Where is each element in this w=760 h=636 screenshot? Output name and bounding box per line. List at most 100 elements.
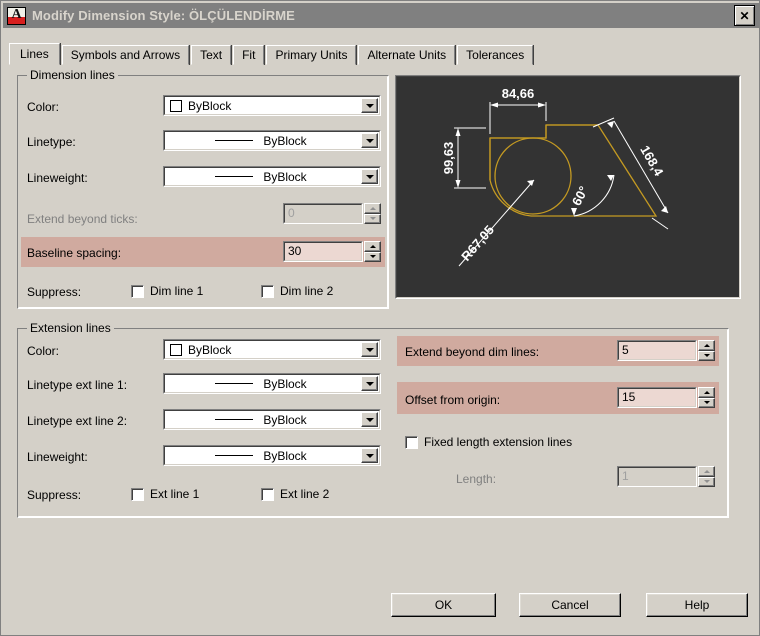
ext-linetype2-value: ByBlock [263,413,306,427]
linetype-sample-icon [215,419,253,420]
offset-from-origin-value[interactable]: 15 [618,388,696,405]
suppress-dim-line-2-checkbox[interactable]: Dim line 2 [261,284,333,298]
suppress-ext-line-2-label: Ext line 2 [280,487,329,501]
tab-strip: Lines Symbols and Arrows Text Fit Primar… [9,43,753,65]
stepper-down-icon[interactable] [698,398,715,409]
lineweight-sample-icon [215,455,253,456]
length-stepper: 1 [617,466,715,487]
tab-lines[interactable]: Lines [9,43,60,65]
preview-vertical-dim: 99,63 [441,142,456,175]
dim-linetype-combo[interactable]: ByBlock [163,130,381,151]
tab-tolerances[interactable]: Tolerances [457,45,533,65]
linetype-sample-icon [215,383,253,384]
extend-beyond-dim-lines-label: Extend beyond dim lines: [405,345,539,359]
help-button[interactable]: Help [646,593,748,617]
preview-angle-dim: 60° [569,184,591,208]
suppress-dim-line-1-checkbox[interactable]: Dim line 1 [131,284,203,298]
color-swatch-icon [170,344,182,356]
stepper-down-icon[interactable] [698,351,715,362]
ext-linetype1-value: ByBlock [263,377,306,391]
modify-dimension-style-dialog: A Modify Dimension Style: ÖLÇÜLENDİRME ✕… [0,0,760,636]
offset-from-origin-label: Offset from origin: [405,393,500,407]
tab-text[interactable]: Text [191,45,231,65]
close-icon[interactable]: ✕ [734,5,755,26]
length-value: 1 [618,467,696,484]
fixed-length-extension-lines-label: Fixed length extension lines [424,435,572,449]
stepper-down-icon [698,477,715,488]
autocad-logo-icon: A [7,7,26,25]
checkbox-icon[interactable] [261,488,274,501]
extend-beyond-ticks-value: 0 [284,204,362,221]
ext-lineweight-label: Lineweight: [27,450,88,464]
chevron-down-icon[interactable] [361,342,378,357]
dim-linetype-label: Linetype: [27,135,76,149]
stepper-up-icon[interactable] [698,340,715,351]
ext-linetype2-combo[interactable]: ByBlock [163,409,381,430]
extension-lines-group-title: Extension lines [27,322,114,334]
stepper-up-icon[interactable] [364,241,381,252]
ok-button[interactable]: OK [391,593,496,617]
suppress-dim-line-1-label: Dim line 1 [150,284,203,298]
dim-suppress-label: Suppress: [27,285,81,299]
ext-lineweight-value: ByBlock [263,449,306,463]
window-title: Modify Dimension Style: ÖLÇÜLENDİRME [32,8,734,23]
color-swatch-icon [170,100,182,112]
extend-beyond-dim-lines-value[interactable]: 5 [618,341,696,358]
suppress-ext-line-1-label: Ext line 1 [150,487,199,501]
offset-from-origin-stepper[interactable]: 15 [617,387,715,408]
baseline-spacing-label: Baseline spacing: [27,246,121,260]
ext-lineweight-combo[interactable]: ByBlock [163,445,381,466]
ext-suppress-label: Suppress: [27,488,81,502]
chevron-down-icon[interactable] [361,376,378,391]
tab-fit[interactable]: Fit [233,45,264,65]
preview-horizontal-dim: 84,66 [502,86,535,101]
ext-linetype2-label: Linetype ext line 2: [27,414,127,428]
ext-color-value: ByBlock [188,343,231,357]
checkbox-icon[interactable] [261,285,274,298]
chevron-down-icon[interactable] [361,169,378,184]
chevron-down-icon[interactable] [361,98,378,113]
chevron-down-icon[interactable] [361,448,378,463]
stepper-up-icon[interactable] [698,387,715,398]
checkbox-icon[interactable] [131,488,144,501]
ext-linetype1-combo[interactable]: ByBlock [163,373,381,394]
dim-lineweight-label: Lineweight: [27,171,88,185]
suppress-ext-line-1-checkbox[interactable]: Ext line 1 [131,487,199,501]
fixed-length-extension-lines-checkbox[interactable]: Fixed length extension lines [405,435,572,449]
dim-color-label: Color: [27,100,59,114]
chevron-down-icon[interactable] [361,412,378,427]
dimension-preview: 84,66 99,63 R67,05 168,4 60° [395,75,741,299]
stepper-up-icon [364,203,381,214]
baseline-spacing-stepper[interactable]: 30 [283,241,381,262]
ext-color-combo[interactable]: ByBlock [163,339,381,360]
tab-symbols-and-arrows[interactable]: Symbols and Arrows [62,45,189,65]
extend-beyond-ticks-stepper: 0 [283,203,381,224]
preview-diagonal-dim: 168,4 [637,143,667,179]
dim-linetype-value: ByBlock [263,134,306,148]
dim-lineweight-value: ByBlock [263,170,306,184]
cancel-button[interactable]: Cancel [519,593,621,617]
ext-linetype1-label: Linetype ext line 1: [27,378,127,392]
linetype-sample-icon [215,140,253,141]
stepper-up-icon [698,466,715,477]
suppress-dim-line-2-label: Dim line 2 [280,284,333,298]
stepper-down-icon[interactable] [364,252,381,263]
stepper-down-icon [364,214,381,225]
preview-drawing: 84,66 99,63 R67,05 168,4 60° [396,76,740,298]
dim-lineweight-combo[interactable]: ByBlock [163,166,381,187]
tab-primary-units[interactable]: Primary Units [266,45,356,65]
tab-alternate-units[interactable]: Alternate Units [358,45,455,65]
chevron-down-icon[interactable] [361,133,378,148]
preview-radius-dim: R67,05 [458,222,497,263]
ext-color-label: Color: [27,344,59,358]
suppress-ext-line-2-checkbox[interactable]: Ext line 2 [261,487,329,501]
lineweight-sample-icon [215,176,253,177]
baseline-spacing-value[interactable]: 30 [284,242,362,259]
checkbox-icon[interactable] [131,285,144,298]
dim-color-combo[interactable]: ByBlock [163,95,381,116]
extend-beyond-dim-lines-stepper[interactable]: 5 [617,340,715,361]
checkbox-icon[interactable] [405,436,418,449]
length-label: Length: [456,472,496,486]
title-bar: A Modify Dimension Style: ÖLÇÜLENDİRME ✕ [3,3,759,28]
dimension-lines-group-title: Dimension lines [27,69,118,81]
